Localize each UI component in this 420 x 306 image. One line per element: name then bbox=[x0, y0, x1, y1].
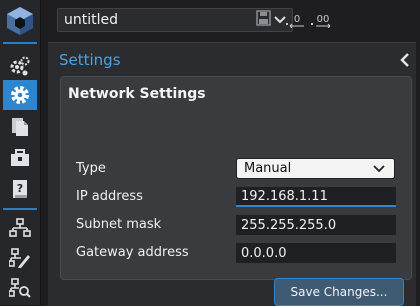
svg-text:?: ? bbox=[17, 182, 23, 195]
sidebar-separator bbox=[3, 208, 37, 210]
gateway-address-label: Gateway address bbox=[76, 245, 189, 260]
sidebar-item-network-search[interactable] bbox=[3, 273, 37, 303]
settings-panel: Settings Network Settings Type Manual IP… bbox=[48, 42, 416, 306]
sidebar: ? bbox=[0, 0, 41, 305]
gateway-address-input[interactable] bbox=[236, 243, 396, 263]
network-search-icon bbox=[9, 278, 31, 298]
type-select[interactable]: Manual bbox=[236, 158, 395, 179]
increase-decimals-icon[interactable]: 00 bbox=[310, 10, 332, 28]
sidebar-item-toolbox[interactable] bbox=[3, 143, 37, 173]
sidebar-item-network-edit[interactable] bbox=[3, 243, 37, 273]
sidebar-item-help[interactable]: ? bbox=[3, 174, 37, 204]
ip-address-label: IP address bbox=[76, 189, 143, 204]
settings-cogs-icon bbox=[10, 56, 30, 76]
subnet-mask-input[interactable] bbox=[236, 215, 396, 235]
sidebar-separator bbox=[3, 42, 37, 44]
documents-icon bbox=[12, 118, 28, 136]
sidebar-item-documents[interactable] bbox=[3, 112, 37, 142]
network-icon bbox=[9, 218, 31, 237]
decrease-decimals-icon[interactable]: 0 bbox=[284, 10, 306, 28]
app-logo bbox=[4, 4, 35, 38]
settings-gear-icon bbox=[11, 86, 29, 104]
sidebar-item-network[interactable] bbox=[3, 213, 37, 243]
type-select-value: Manual bbox=[244, 161, 292, 176]
subnet-mask-label: Subnet mask bbox=[76, 217, 162, 232]
help-manual-icon: ? bbox=[13, 180, 27, 198]
network-settings-card: Network Settings Type Manual IP address … bbox=[60, 76, 412, 306]
svg-text:0: 0 bbox=[294, 14, 300, 25]
ip-address-input[interactable] bbox=[236, 187, 396, 207]
type-label: Type bbox=[76, 161, 106, 176]
panel-title: Settings bbox=[59, 51, 121, 69]
svg-text:00: 00 bbox=[317, 14, 330, 25]
save-icon[interactable] bbox=[256, 10, 271, 26]
toolbox-icon bbox=[11, 149, 29, 166]
toolbar: untitled 0 00 bbox=[48, 0, 420, 40]
chevron-down-icon bbox=[373, 165, 385, 173]
save-changes-button[interactable]: Save Changes... bbox=[274, 278, 404, 306]
file-select-value: untitled bbox=[64, 12, 119, 28]
card-title: Network Settings bbox=[68, 86, 206, 102]
sidebar-item-settings[interactable] bbox=[3, 80, 37, 110]
network-edit-icon bbox=[9, 248, 30, 268]
chevron-left-icon[interactable] bbox=[398, 52, 412, 68]
sidebar-item-cogs[interactable] bbox=[3, 51, 37, 81]
